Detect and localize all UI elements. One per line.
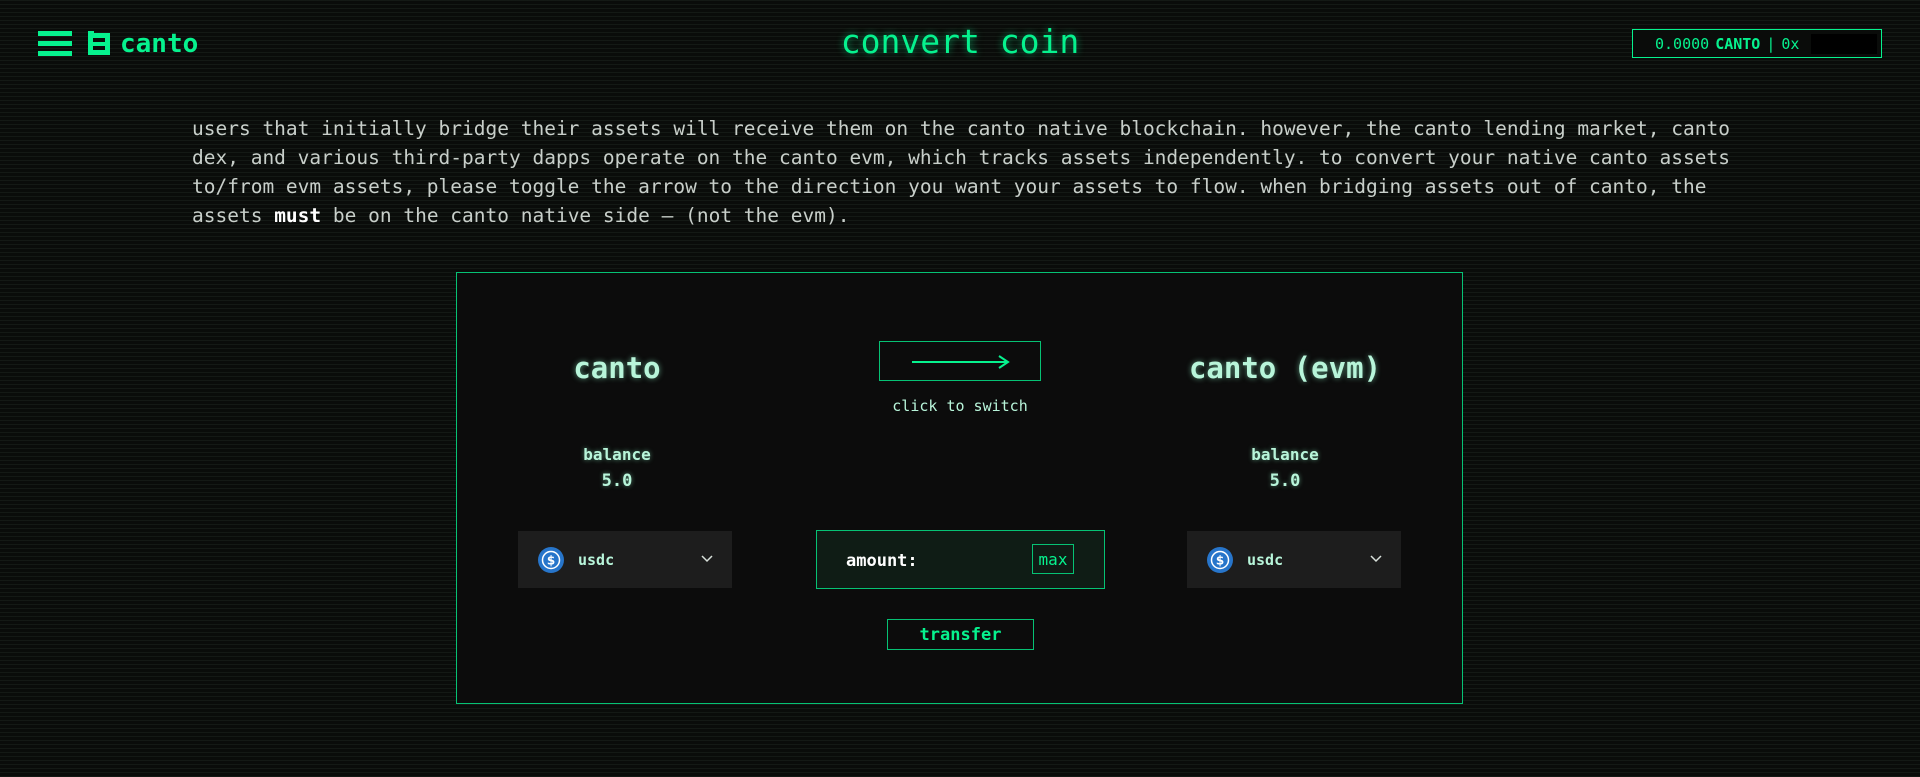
destination-balance-label: balance xyxy=(1251,445,1319,464)
convert-panel: canto balance 5.0 click to switch canto … xyxy=(456,272,1463,704)
address-redaction xyxy=(1811,34,1877,54)
wallet-token: CANTO xyxy=(1715,34,1761,53)
chevron-down-icon xyxy=(701,555,713,563)
amount-label: amount: xyxy=(846,551,918,571)
destination-token-name: usdc xyxy=(1247,550,1284,569)
destination-chain-title: canto (evm) xyxy=(1188,351,1382,385)
wallet-separator: | xyxy=(1766,34,1776,53)
max-button[interactable]: max xyxy=(1032,544,1074,574)
usdc-coin-icon: $ xyxy=(538,546,564,573)
conversion-description: users that initially bridge their assets… xyxy=(192,114,1742,230)
wallet-balance: 0.0000 xyxy=(1655,34,1710,53)
right-arrow-icon xyxy=(912,355,1010,369)
amount-field[interactable]: amount: max xyxy=(816,530,1105,589)
svg-text:$: $ xyxy=(547,553,555,567)
source-token-select[interactable]: $ usdc xyxy=(518,531,732,588)
destination-token-select[interactable]: $ usdc xyxy=(1187,531,1401,588)
chevron-down-icon xyxy=(1370,555,1382,563)
wallet-address: 0x xyxy=(1781,34,1800,53)
source-balance-label: balance xyxy=(583,445,651,464)
usdc-coin-icon: $ xyxy=(1207,546,1233,573)
svg-text:$: $ xyxy=(1216,553,1224,567)
source-balance-value: 5.0 xyxy=(601,471,633,491)
source-token-name: usdc xyxy=(578,550,615,569)
transfer-button[interactable]: transfer xyxy=(887,619,1034,650)
wallet-connect-button[interactable]: 0.0000 CANTO | 0x xyxy=(1632,29,1882,58)
switch-hint: click to switch xyxy=(892,397,1028,415)
top-bar: canto convert coin 0.0000 CANTO | 0x xyxy=(0,0,1920,90)
description-text-end: be on the canto native side – (not the e… xyxy=(321,204,850,227)
switch-direction-button[interactable] xyxy=(879,341,1041,381)
amount-input[interactable] xyxy=(927,547,1031,575)
destination-balance-value: 5.0 xyxy=(1269,471,1301,491)
description-emphasis: must xyxy=(274,204,322,227)
source-chain-title: canto xyxy=(573,351,661,385)
